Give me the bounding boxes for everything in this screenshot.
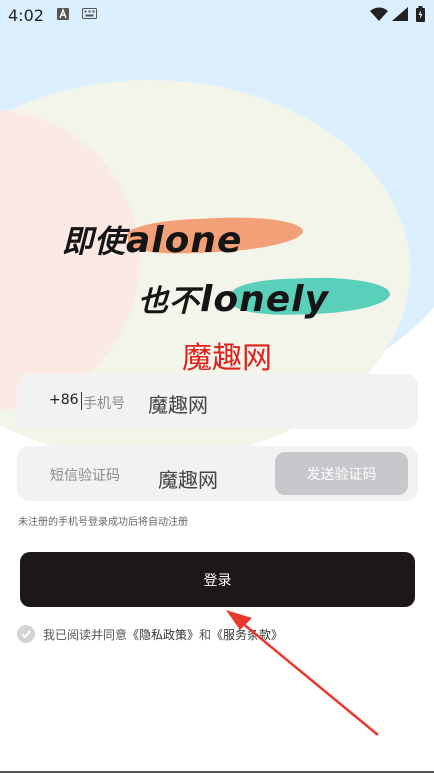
annotation-arrow: [226, 610, 379, 736]
